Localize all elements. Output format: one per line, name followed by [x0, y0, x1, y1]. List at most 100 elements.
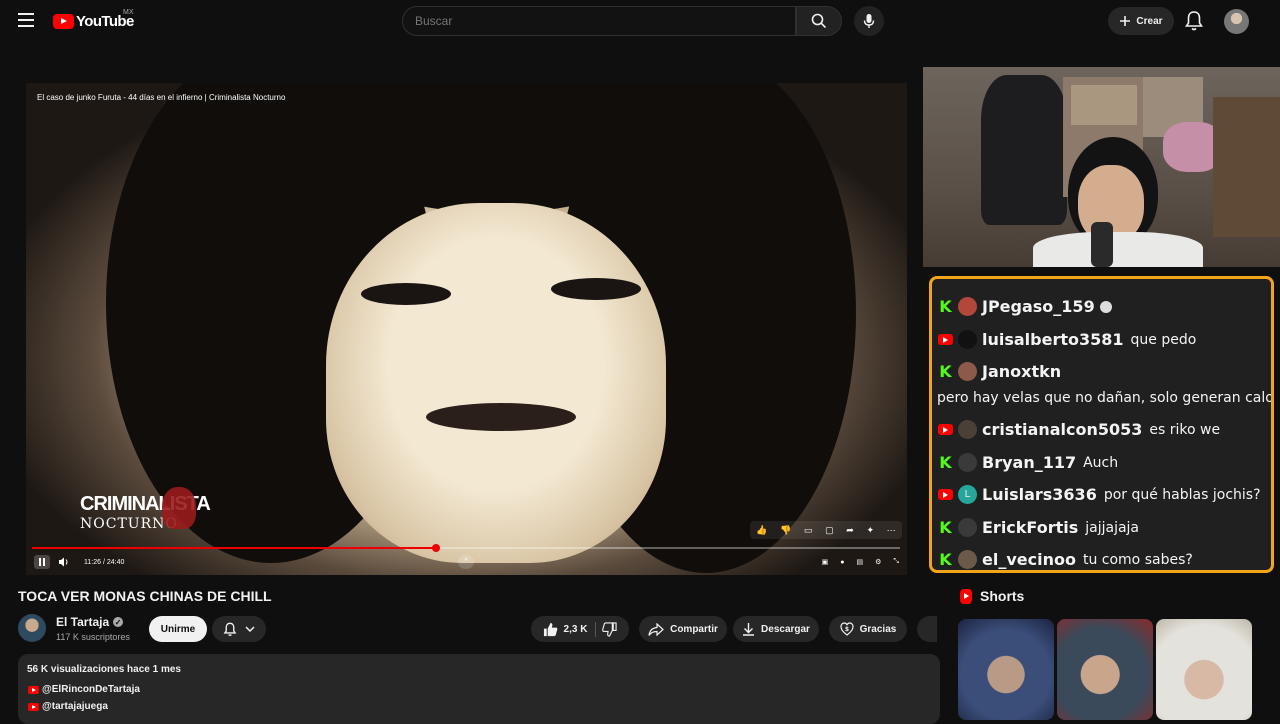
miniplayer-icon[interactable]: ⤡	[893, 558, 899, 566]
search-input[interactable]	[402, 6, 796, 36]
voice-search-button[interactable]	[854, 6, 884, 36]
dislike-button[interactable]	[602, 621, 618, 637]
region-label: MX	[123, 9, 134, 16]
chat-user-avatar	[958, 362, 977, 381]
channel-name[interactable]: El Tartaja	[56, 615, 109, 629]
top-bar: YouTube MX Crear	[0, 0, 1280, 42]
search-icon	[811, 13, 827, 29]
chat-user-avatar	[958, 420, 977, 439]
short-thumbnail[interactable]	[1156, 619, 1252, 720]
user-avatar[interactable]	[1224, 9, 1249, 34]
video-frame-shape	[361, 283, 451, 305]
chat-message: cristianalcon5053 es riko we	[938, 420, 1220, 439]
video-frame-shape	[551, 278, 641, 300]
channel-name-row[interactable]: El Tartaja ✓	[56, 615, 124, 629]
kick-platform-icon: K	[939, 453, 952, 472]
comment-icon[interactable]: ▭	[804, 525, 813, 536]
chat-emote-icon	[1099, 300, 1112, 313]
search-button[interactable]	[796, 6, 842, 36]
youtube-icon	[28, 685, 39, 694]
shorts-icon	[960, 588, 972, 604]
skull-logo-icon	[162, 487, 196, 529]
thanks-heart-icon: $	[840, 622, 854, 636]
progress-fill	[32, 547, 436, 549]
pause-button[interactable]	[34, 555, 50, 569]
progress-scrubber[interactable]	[431, 544, 440, 552]
chat-username: luisalberto3581	[982, 330, 1124, 349]
youtube-platform-icon	[938, 424, 953, 435]
channel-link[interactable]: @ElRinconDeTartaja	[28, 684, 140, 695]
thumbs-up-icon	[543, 622, 557, 636]
pause-icon	[39, 558, 45, 566]
subtitles-icon[interactable]: ▤	[856, 558, 863, 566]
chat-message: luisalberto3581 que pedo	[938, 330, 1196, 349]
chat-message-text: jajjajaja	[1085, 519, 1140, 536]
shorts-label: Shorts	[980, 588, 1025, 604]
chat-message: K Bryan_117 Auch	[938, 453, 1118, 472]
progress-bar[interactable]	[32, 544, 900, 552]
player-controls: 11:26 / 24:40 ^ ▣ ● ▤ ⚙ ⤡	[34, 555, 899, 569]
chat-username: Janoxtkn	[982, 362, 1062, 381]
captions-icon[interactable]: ▣	[822, 558, 829, 566]
webcam-frame	[923, 67, 1280, 267]
create-label: Crear	[1136, 15, 1163, 27]
share-button[interactable]: Compartir	[639, 616, 727, 642]
microphone-icon	[863, 14, 875, 28]
kick-platform-icon: K	[939, 550, 952, 569]
thumbs-up-icon[interactable]: 👍	[756, 525, 767, 536]
sparkle-icon[interactable]: ✦	[866, 525, 874, 536]
svg-text:$: $	[845, 626, 849, 633]
subscription-bell-button[interactable]	[212, 616, 266, 642]
share-icon[interactable]: ➦	[846, 525, 854, 536]
youtube-platform-icon	[938, 489, 953, 500]
video-frame-face	[326, 203, 666, 563]
autoplay-toggle-icon[interactable]: ●	[840, 559, 844, 566]
chat-message-text: por qué hablas jochis?	[1103, 486, 1261, 503]
create-button[interactable]: Crear	[1108, 7, 1174, 35]
settings-gear-icon[interactable]: ⚙	[875, 558, 881, 566]
chat-message: Kel_vecinoo tu como sabes?	[938, 550, 1193, 569]
youtube-play-icon	[53, 13, 74, 29]
thanks-button[interactable]: $ Gracias	[829, 616, 907, 642]
download-button[interactable]: Descargar	[733, 616, 819, 642]
short-thumbnail[interactable]	[1057, 619, 1153, 720]
chevron-down-icon	[245, 626, 255, 632]
channel-avatar[interactable]	[18, 614, 46, 642]
description-box[interactable]: 56 K visualizaciones hace 1 mes @ElRinco…	[18, 654, 940, 724]
thumbs-down-icon[interactable]: 👎	[780, 525, 791, 536]
shorts-header: Shorts	[960, 588, 1024, 604]
channel-link-text[interactable]: @tartajajuega	[42, 701, 108, 712]
chat-message: L Luislars3636 por qué hablas jochis?	[938, 485, 1261, 504]
streamer-webcam	[923, 67, 1280, 267]
short-thumbnail[interactable]	[958, 619, 1054, 720]
video-player[interactable]: El caso de junko Furuta - 44 días en el …	[26, 83, 907, 575]
share-label: Compartir	[670, 623, 718, 635]
chat-user-avatar	[958, 550, 977, 569]
join-button[interactable]: Unirme	[149, 616, 207, 642]
video-title: TOCA VER MONAS CHINAS DE CHILL	[18, 588, 272, 604]
chat-user-avatar	[958, 518, 977, 537]
volume-icon[interactable]	[58, 557, 70, 567]
kick-platform-icon: K	[939, 518, 952, 537]
like-button[interactable]: 2,3 K	[543, 621, 597, 637]
notifications-bell-icon[interactable]	[1184, 10, 1204, 32]
chat-username: cristianalcon5053	[982, 420, 1143, 439]
chat-user-avatar	[958, 453, 977, 472]
kick-platform-icon: K	[939, 362, 952, 381]
kick-platform-icon: K	[939, 297, 952, 316]
time-display: 11:26 / 24:40	[84, 558, 125, 566]
chat-message: K ErickFortis jajjajaja	[938, 518, 1139, 537]
chat-overlay: K JPegaso_159 luisalberto3581 que pedo K Jano…	[929, 276, 1274, 573]
youtube-logo[interactable]: YouTube MX	[53, 9, 134, 31]
chat-user-avatar	[958, 330, 977, 349]
more-icon[interactable]: ⋯	[887, 525, 896, 536]
channel-link[interactable]: @tartajajuega	[28, 701, 108, 712]
chat-icon[interactable]: ▢	[825, 525, 834, 536]
chat-message: pero hay velas que no dañan, solo genera…	[937, 390, 1271, 406]
collapse-chevron-icon[interactable]: ^	[458, 555, 474, 569]
chat-message-text: que pedo	[1130, 331, 1197, 348]
more-actions-button[interactable]	[917, 616, 937, 642]
chat-username: Luislars3636	[982, 485, 1097, 504]
channel-link-text[interactable]: @ElRinconDeTartaja	[42, 684, 140, 695]
menu-icon[interactable]	[18, 13, 34, 27]
